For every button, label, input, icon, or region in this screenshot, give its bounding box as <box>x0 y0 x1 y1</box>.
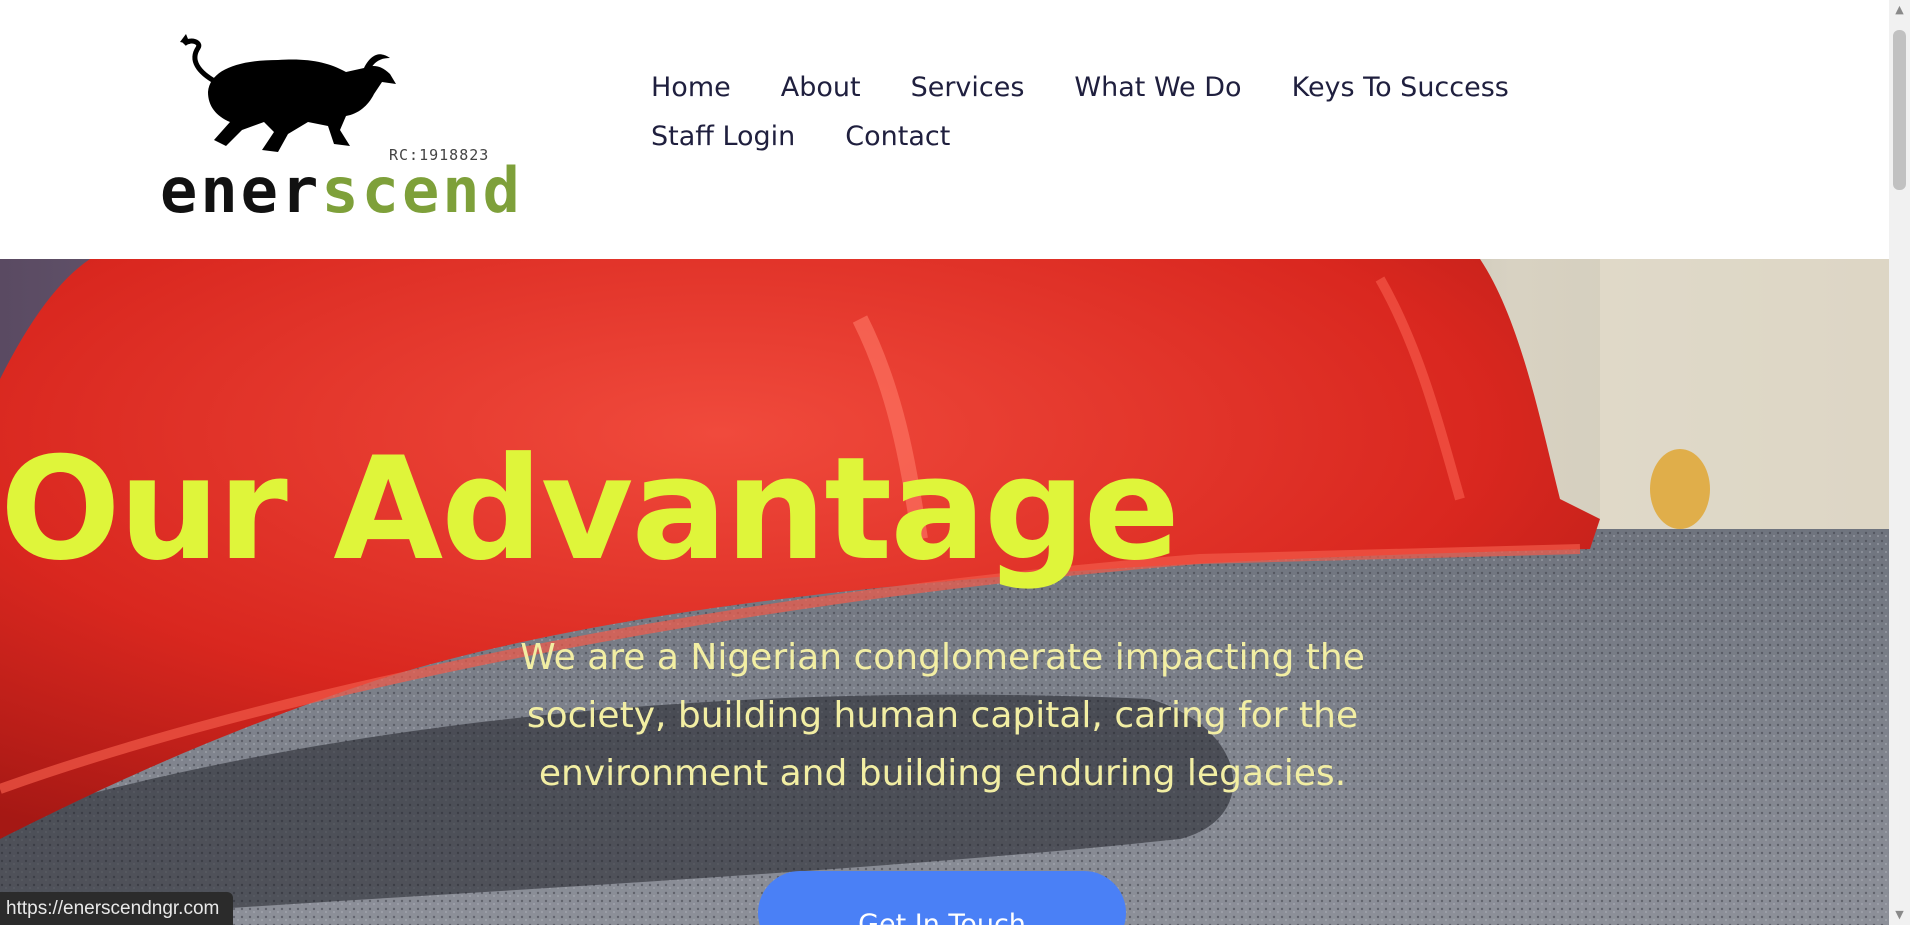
get-in-touch-button[interactable]: Get In Touch <box>758 871 1126 925</box>
hero-section: Our Advantage We are a Nigerian conglome… <box>0 259 1889 925</box>
main-nav: Home About Services What We Do Keys To Succe… <box>651 72 1611 170</box>
logo-wordmark-scend: scend <box>321 154 523 227</box>
scroll-down-arrow-icon[interactable]: ▼ <box>1889 905 1910 925</box>
logo-wordmark: enerscend <box>160 160 523 222</box>
nav-staff-login[interactable]: Staff Login <box>651 121 795 152</box>
site-logo[interactable]: RC:1918823 enerscend <box>160 22 590 222</box>
status-bar-url: https://enerscendngr.com <box>0 892 234 925</box>
site-header: RC:1918823 enerscend Home About Services Wh… <box>0 0 1889 259</box>
hero-background-image <box>0 259 1889 925</box>
nav-what-we-do[interactable]: What We Do <box>1074 72 1241 103</box>
hero-title: Our Advantage <box>0 427 1180 592</box>
nav-about[interactable]: About <box>781 72 861 103</box>
nav-contact[interactable]: Contact <box>845 121 950 152</box>
nav-keys-to-success[interactable]: Keys To Success <box>1292 72 1509 103</box>
nav-services[interactable]: Services <box>911 72 1025 103</box>
logo-wordmark-ener: ener <box>160 154 322 227</box>
scrollbar-thumb[interactable] <box>1893 30 1906 190</box>
page-scrollbar[interactable]: ▲ ▼ <box>1889 0 1910 925</box>
scroll-up-arrow-icon[interactable]: ▲ <box>1889 0 1910 20</box>
nav-home[interactable]: Home <box>651 72 731 103</box>
charging-bull-icon <box>180 34 396 152</box>
hero-subtitle: We are a Nigerian conglomerate impacting… <box>520 637 1365 794</box>
